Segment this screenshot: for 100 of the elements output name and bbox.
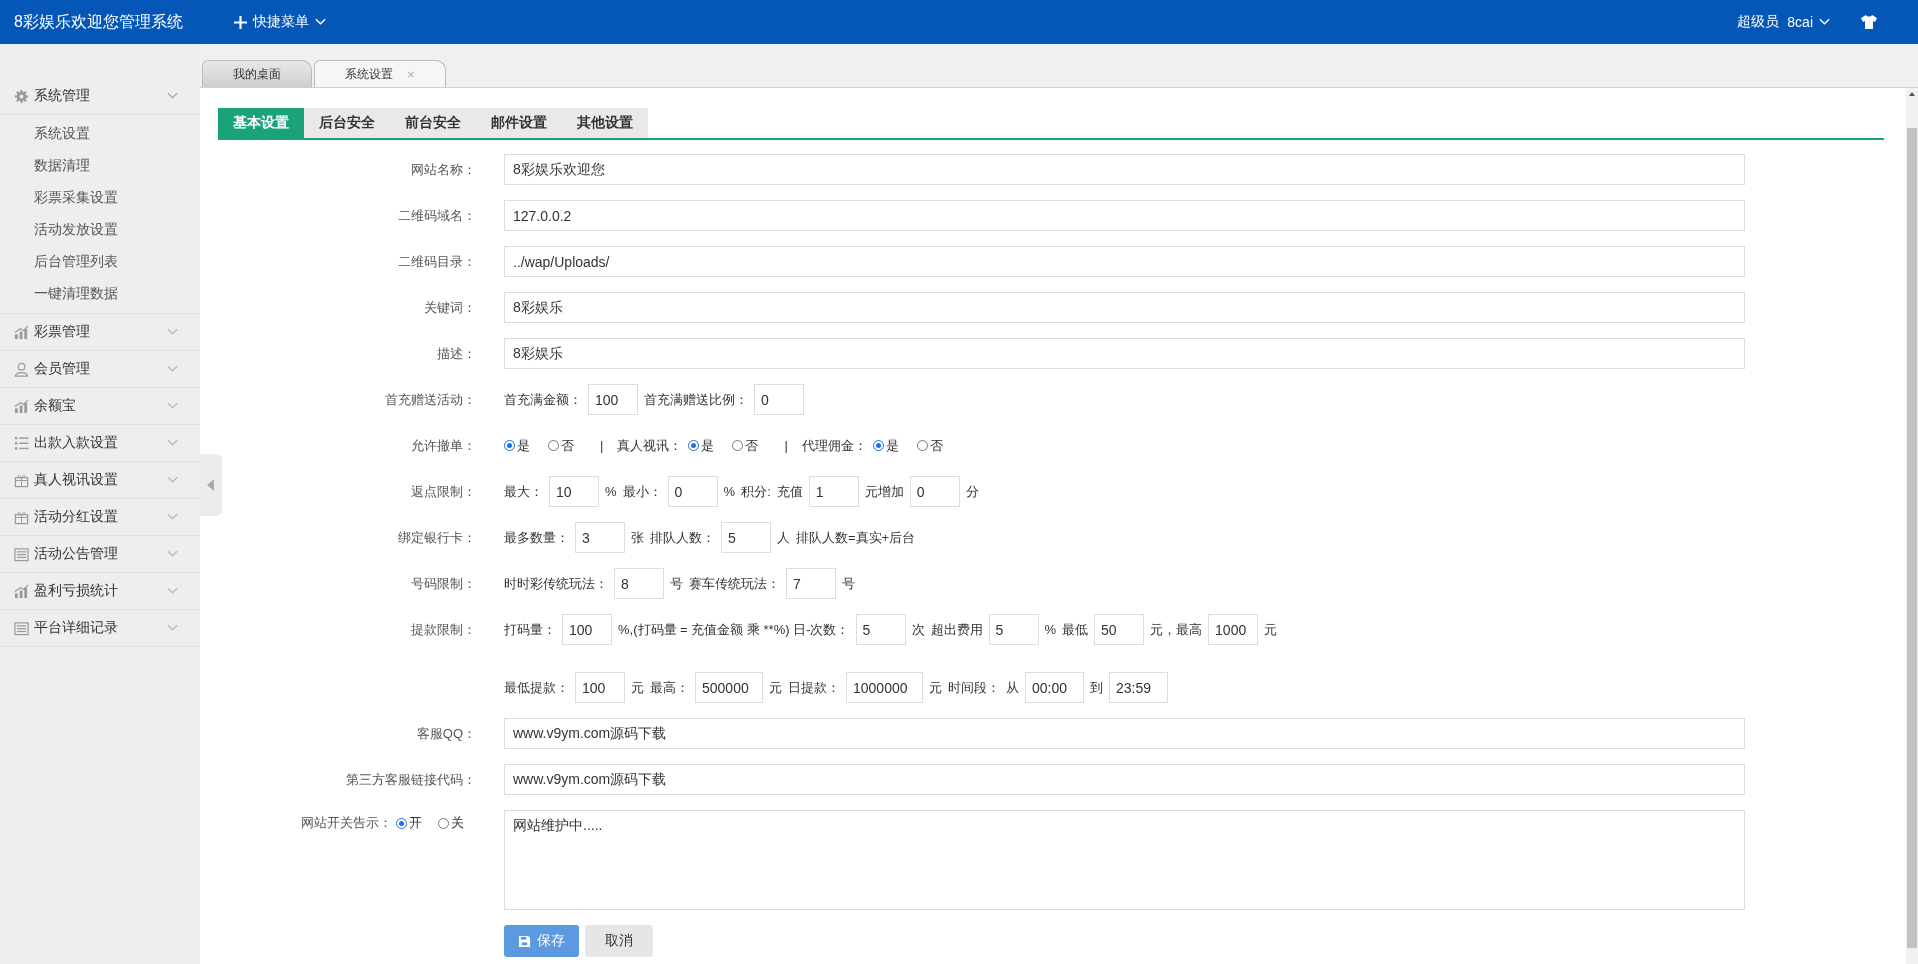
chevron-down-icon bbox=[167, 624, 178, 632]
sidebar-group[interactable]: 活动分红设置 bbox=[0, 499, 200, 536]
input-field[interactable]: 8彩娱乐 bbox=[504, 292, 1745, 323]
textarea-field[interactable]: 网站维护中..... bbox=[504, 810, 1745, 910]
field-text: % bbox=[723, 484, 736, 499]
field-text: 排队人数： bbox=[650, 528, 715, 547]
bar-chart-icon bbox=[14, 324, 29, 340]
input-field[interactable]: 100 bbox=[588, 384, 638, 415]
chevron-down-icon bbox=[167, 365, 178, 373]
input-field[interactable]: 8 bbox=[614, 568, 664, 599]
input-field[interactable]: www.v9ym.com源码下载 bbox=[504, 718, 1745, 749]
field-text: 积分: bbox=[741, 482, 771, 501]
radio-option[interactable]: 开 bbox=[396, 814, 422, 832]
sidebar-group[interactable]: 系统管理 bbox=[0, 78, 200, 115]
sidebar-item[interactable]: 一键清理数据 bbox=[0, 277, 200, 309]
input-field[interactable]: 0 bbox=[754, 384, 804, 415]
radio-option[interactable]: 是 bbox=[504, 436, 530, 455]
field-text: 元增加 bbox=[864, 482, 904, 501]
sidebar-item[interactable]: 后台管理列表 bbox=[0, 245, 200, 277]
field-text: 元 bbox=[1264, 620, 1278, 639]
input-field[interactable]: 23:59 bbox=[1109, 672, 1168, 703]
field-text: 次 bbox=[911, 620, 925, 639]
input-field[interactable]: 100 bbox=[562, 614, 612, 645]
field-text: 真人视讯： bbox=[617, 436, 683, 455]
field-text: 打码量： bbox=[504, 620, 556, 639]
input-field[interactable]: 8彩娱乐 bbox=[504, 338, 1745, 369]
tab-label: 我的桌面 bbox=[233, 65, 281, 83]
page-tab[interactable]: 系统设置 × bbox=[314, 60, 446, 87]
chevron-down-icon bbox=[315, 18, 326, 26]
input-field[interactable]: 5 bbox=[721, 522, 771, 553]
page-tab[interactable]: 我的桌面 bbox=[202, 60, 312, 87]
sidebar-group[interactable]: 盈利亏损统计 bbox=[0, 573, 200, 610]
field-text: 元 bbox=[769, 678, 782, 697]
sidebar-group[interactable]: 余额宝 bbox=[0, 388, 200, 425]
input-field[interactable]: 5 bbox=[855, 614, 906, 645]
field-label: 关键词： bbox=[423, 298, 476, 317]
scrollbar[interactable] bbox=[1906, 88, 1918, 964]
sidebar-group[interactable]: 平台详细记录 bbox=[0, 610, 200, 647]
input-field[interactable]: 1 bbox=[808, 476, 859, 507]
radio-option[interactable]: 是 bbox=[688, 436, 715, 455]
field-text: 到 bbox=[1090, 678, 1103, 697]
input-field[interactable]: 50 bbox=[1094, 614, 1145, 645]
caret-left-icon bbox=[207, 479, 215, 491]
input-field[interactable]: 500000 bbox=[695, 672, 763, 703]
input-field[interactable]: 100 bbox=[575, 672, 625, 703]
settings-tab[interactable]: 后台安全 bbox=[304, 108, 390, 138]
sidebar-group[interactable]: 彩票管理 bbox=[0, 314, 200, 351]
field-text: 最小： bbox=[622, 482, 662, 501]
field-label: 二维码域名： bbox=[397, 206, 476, 225]
field-text: 最多数量： bbox=[504, 528, 569, 547]
input-field[interactable]: 00:00 bbox=[1025, 672, 1084, 703]
field-text: 最大： bbox=[504, 482, 543, 501]
sidebar-item[interactable]: 数据清理 bbox=[0, 149, 200, 181]
settings-tab[interactable]: 其他设置 bbox=[562, 108, 648, 138]
field-text: 排队人数=真实+后台 bbox=[796, 528, 916, 547]
cancel-button[interactable]: 取消 bbox=[585, 925, 653, 957]
radio-option[interactable]: 关 bbox=[438, 814, 464, 832]
sidebar-group[interactable]: 会员管理 bbox=[0, 351, 200, 388]
chevron-down-icon bbox=[1819, 18, 1830, 26]
field-text: 时间段： bbox=[948, 678, 1000, 697]
sidebar-item[interactable]: 活动发放设置 bbox=[0, 213, 200, 245]
input-field[interactable]: 3 bbox=[575, 522, 625, 553]
input-field[interactable]: ../wap/Uploads/ bbox=[504, 246, 1745, 277]
newspaper-icon bbox=[14, 546, 29, 562]
radio-option[interactable]: 是 bbox=[872, 436, 899, 455]
radio-option[interactable]: 否 bbox=[548, 436, 574, 455]
input-field[interactable]: 127.0.0.2 bbox=[504, 200, 1745, 231]
separator-text: | bbox=[600, 438, 604, 453]
radio-option[interactable]: 否 bbox=[732, 436, 759, 455]
field-label: 描述： bbox=[436, 344, 476, 363]
sidebar-group[interactable]: 活动公告管理 bbox=[0, 536, 200, 573]
input-field[interactable]: 1000 bbox=[1208, 614, 1259, 645]
sidebar-item[interactable]: 彩票采集设置 bbox=[0, 181, 200, 213]
settings-tab[interactable]: 邮件设置 bbox=[476, 108, 562, 138]
input-field[interactable]: 5 bbox=[988, 614, 1039, 645]
field-text: 日提款： bbox=[788, 678, 840, 697]
input-field[interactable]: 1000000 bbox=[846, 672, 923, 703]
user-menu[interactable]: 8cai bbox=[1787, 14, 1830, 30]
quick-menu-button[interactable]: 快捷菜单 bbox=[228, 12, 332, 32]
input-field[interactable]: 8彩娱乐欢迎您 bbox=[504, 154, 1745, 185]
input-field[interactable]: 0 bbox=[667, 476, 718, 507]
field-text: 人 bbox=[777, 528, 790, 547]
t-shirt-icon[interactable] bbox=[1860, 14, 1878, 30]
radio-option[interactable]: 否 bbox=[916, 436, 943, 455]
field-label: 第三方客服链接代码： bbox=[345, 770, 476, 789]
user-icon bbox=[14, 361, 29, 377]
field-text: 分 bbox=[965, 482, 979, 501]
sidebar-group[interactable]: 出款入款设置 bbox=[0, 425, 200, 462]
role-text: 超级员 bbox=[1737, 13, 1780, 31]
sidebar-item[interactable]: 系统设置 bbox=[0, 117, 200, 149]
collapse-handle[interactable] bbox=[200, 454, 222, 516]
input-field[interactable]: 0 bbox=[909, 476, 960, 507]
tab-label: 系统设置 bbox=[345, 65, 393, 83]
input-field[interactable]: 7 bbox=[786, 568, 836, 599]
field-text: 元，最高 bbox=[1150, 620, 1203, 639]
settings-tab[interactable]: 前台安全 bbox=[390, 108, 476, 138]
field-text: 超出费用 bbox=[930, 620, 983, 639]
chevron-down-icon bbox=[167, 402, 178, 410]
input-field[interactable]: www.v9ym.com源码下载 bbox=[504, 764, 1745, 795]
input-field[interactable]: 10 bbox=[549, 476, 599, 507]
